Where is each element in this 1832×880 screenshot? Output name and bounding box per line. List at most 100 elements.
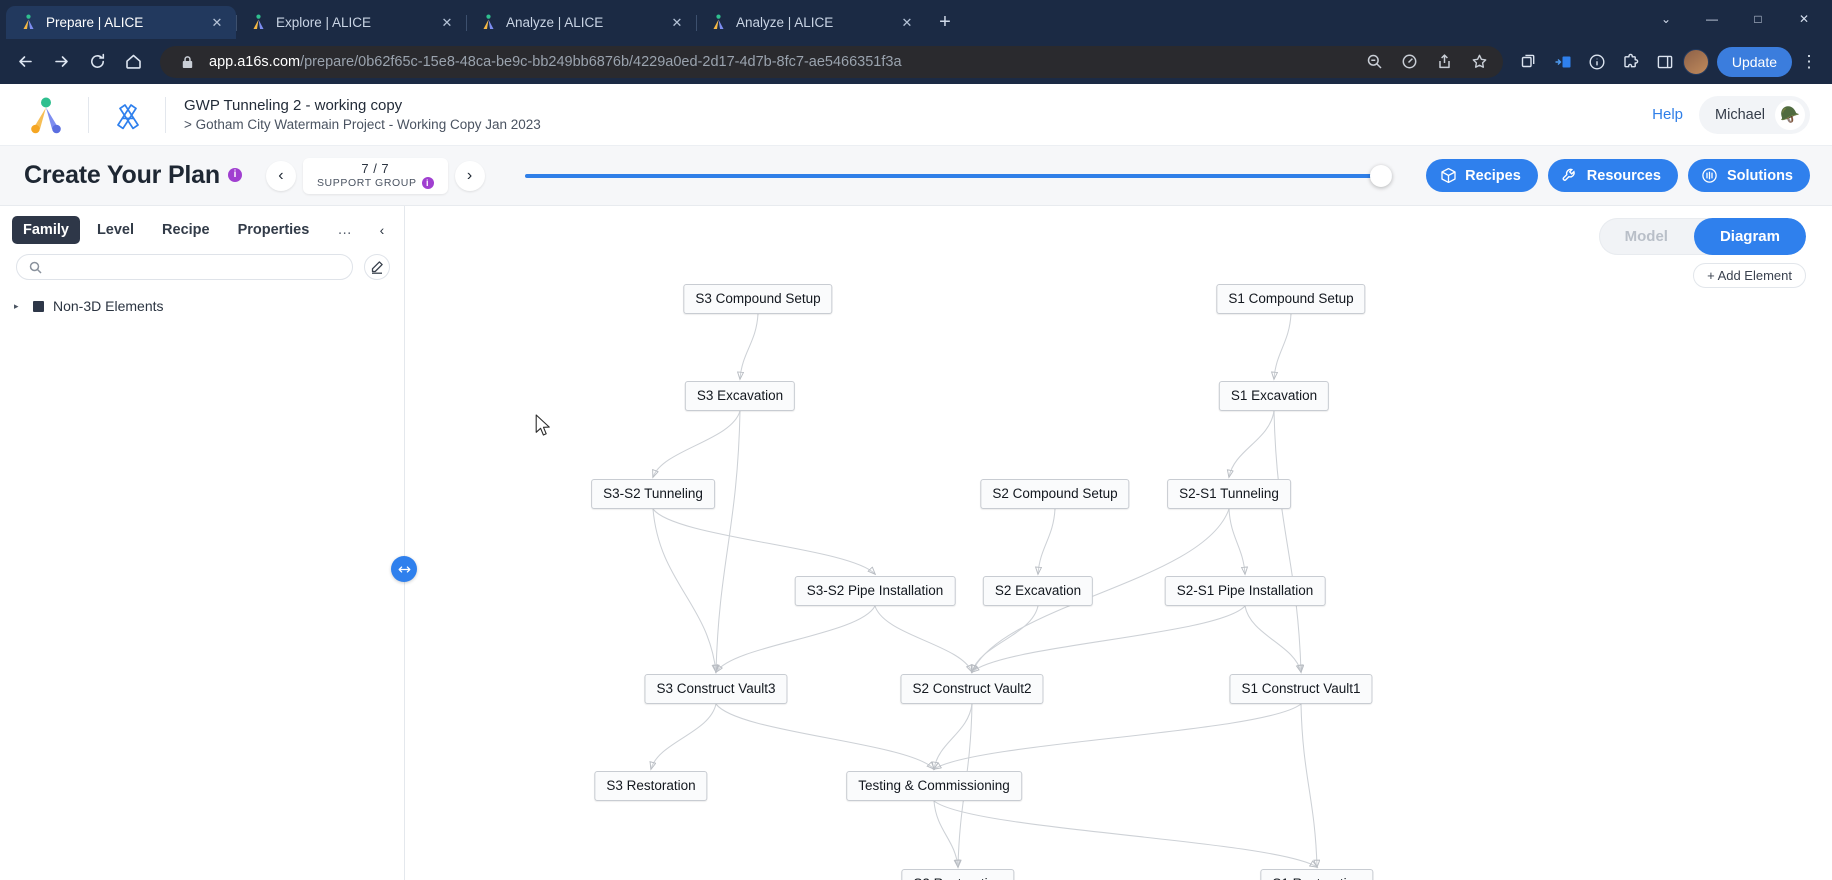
share-icon[interactable]: [1432, 49, 1458, 75]
diagram-edge: [716, 605, 876, 672]
search-input[interactable]: [50, 259, 340, 275]
star-icon[interactable]: [1467, 49, 1493, 75]
diagram-edge: [934, 703, 1302, 769]
prev-step-button[interactable]: ‹: [265, 160, 296, 191]
lock-icon: [174, 49, 200, 75]
search-icon: [29, 261, 42, 274]
main-area: Family Level Recipe Properties … ‹ ▸ Non…: [0, 206, 1832, 880]
back-icon[interactable]: [8, 45, 42, 79]
address-path: /prepare/0b62f65c-15e8-48ca-be9c-bb249bb…: [300, 53, 902, 70]
progress-slider[interactable]: [524, 161, 1393, 191]
tab-level[interactable]: Level: [86, 216, 145, 244]
split-screen-icon[interactable]: [1547, 46, 1579, 78]
browser-tab-0[interactable]: Prepare | ALICE ✕: [6, 6, 236, 39]
tab-overflow-menu[interactable]: …: [326, 216, 364, 244]
diagram-node[interactable]: Testing & Commissioning: [846, 771, 1022, 801]
diagram-node[interactable]: S2-S1 Pipe Installation: [1164, 576, 1326, 606]
zoom-out-icon[interactable]: [1362, 49, 1388, 75]
help-link[interactable]: Help: [1652, 106, 1683, 123]
collections-icon[interactable]: [1513, 46, 1545, 78]
browser-chrome: Prepare | ALICE ✕ Explore | ALICE ✕ Anal…: [0, 0, 1832, 84]
forward-icon[interactable]: [44, 45, 78, 79]
diagram-edge: [874, 605, 972, 672]
alice-logo-icon[interactable]: [26, 96, 66, 134]
diagram-node[interactable]: S2 Construct Vault2: [900, 674, 1044, 704]
pencil-icon[interactable]: [364, 254, 390, 280]
panel-resize-handle[interactable]: [391, 556, 417, 582]
recipes-label: Recipes: [1465, 167, 1521, 184]
progress-knob[interactable]: [1370, 164, 1393, 187]
solutions-button[interactable]: Solutions: [1687, 159, 1810, 192]
browser-tab-1[interactable]: Explore | ALICE ✕: [236, 6, 466, 39]
address-bar[interactable]: app.a16s.com/prepare/0b62f65c-15e8-48ca-…: [160, 45, 1503, 78]
diagram-node[interactable]: S1 Construct Vault1: [1229, 674, 1373, 704]
diagram-node[interactable]: S1 Compound Setup: [1216, 284, 1366, 314]
tab-recipe[interactable]: Recipe: [151, 216, 221, 244]
browser-tab-2[interactable]: Analyze | ALICE ✕: [466, 6, 696, 39]
view-toggle-model[interactable]: Model: [1599, 218, 1694, 255]
tree-item-non3d[interactable]: ▸ Non-3D Elements: [14, 298, 404, 314]
diagram-node[interactable]: S3 Restoration: [594, 771, 708, 801]
update-button[interactable]: Update: [1716, 46, 1792, 77]
diagram-node[interactable]: S2-S1 Tunneling: [1167, 479, 1291, 509]
tab-close-icon[interactable]: ✕: [668, 14, 686, 32]
project-tools-icon[interactable]: [111, 98, 145, 132]
reload-icon[interactable]: [80, 45, 114, 79]
info-icon[interactable]: [1581, 46, 1613, 78]
view-toggle-diagram[interactable]: Diagram: [1693, 218, 1806, 255]
diagram-edge: [933, 800, 958, 867]
new-tab-button[interactable]: +: [930, 7, 960, 37]
diagram-node[interactable]: S3-S2 Tunneling: [591, 479, 715, 509]
browser-tab-title: Prepare | ALICE: [46, 15, 144, 30]
close-window-icon[interactable]: ✕: [1782, 4, 1826, 34]
profile-avatar[interactable]: [1682, 48, 1709, 75]
info-icon[interactable]: i: [421, 176, 434, 189]
diagram-node[interactable]: S3 Construct Vault3: [644, 674, 788, 704]
diagram-node[interactable]: S1 Restoration: [1260, 869, 1374, 880]
sidebar-icon[interactable]: [1649, 46, 1681, 78]
info-icon[interactable]: i: [227, 167, 242, 182]
diagram-node[interactable]: S2 Excavation: [982, 576, 1094, 606]
browser-tab-title: Analyze | ALICE: [506, 15, 604, 30]
canvas-toolbar: Model Diagram + Add Element: [1598, 218, 1806, 288]
window-controls: ⌄ — □ ✕: [1644, 4, 1826, 34]
home-icon[interactable]: [116, 45, 150, 79]
maximize-icon[interactable]: □: [1736, 4, 1780, 34]
tab-close-icon[interactable]: ✕: [438, 14, 456, 32]
chevron-down-icon[interactable]: ⌄: [1644, 4, 1688, 34]
diagram-canvas[interactable]: Model Diagram + Add Element S3 Compound …: [405, 206, 1832, 880]
app-header: GWP Tunneling 2 - working copy > Gotham …: [0, 84, 1832, 146]
next-step-button[interactable]: ›: [454, 160, 485, 191]
solutions-label: Solutions: [1726, 167, 1793, 184]
diagram-node[interactable]: S1 Excavation: [1218, 381, 1330, 411]
user-menu[interactable]: Michael 🪖: [1699, 95, 1810, 134]
diagram-node[interactable]: S3 Excavation: [684, 381, 796, 411]
minimize-icon[interactable]: —: [1690, 4, 1734, 34]
tab-family[interactable]: Family: [12, 216, 80, 244]
performance-icon[interactable]: [1397, 49, 1423, 75]
page-title: Create Your Plan i: [24, 161, 242, 190]
tab-close-icon[interactable]: ✕: [208, 14, 226, 32]
diagram-edge: [1228, 508, 1245, 574]
diagram-node[interactable]: S2 Restoration: [901, 869, 1015, 880]
diagram-edge: [716, 410, 741, 672]
add-element-button[interactable]: + Add Element: [1693, 263, 1806, 288]
chevron-right-icon[interactable]: ▸: [14, 301, 24, 312]
diagram-node[interactable]: S3 Compound Setup: [683, 284, 833, 314]
tab-close-icon[interactable]: ✕: [898, 14, 916, 32]
recipes-button[interactable]: Recipes: [1426, 159, 1538, 192]
collapse-panel-icon[interactable]: ‹: [370, 217, 394, 243]
tab-properties[interactable]: Properties: [227, 216, 321, 244]
search-input-wrap[interactable]: [16, 254, 353, 280]
alice-favicon: [250, 14, 267, 31]
diagram-node[interactable]: S3-S2 Pipe Installation: [794, 576, 956, 606]
diagram-edge: [933, 800, 1317, 867]
puzzle-icon[interactable]: [1615, 46, 1647, 78]
diagram-edge: [1300, 703, 1317, 867]
tab-separator: [236, 15, 237, 31]
kebab-menu-icon[interactable]: ⋮: [1794, 46, 1824, 78]
resources-button[interactable]: Resources: [1547, 159, 1678, 192]
browser-tab-3[interactable]: Analyze | ALICE ✕: [696, 6, 926, 39]
diagram-edge: [715, 703, 934, 769]
diagram-node[interactable]: S2 Compound Setup: [980, 479, 1130, 509]
